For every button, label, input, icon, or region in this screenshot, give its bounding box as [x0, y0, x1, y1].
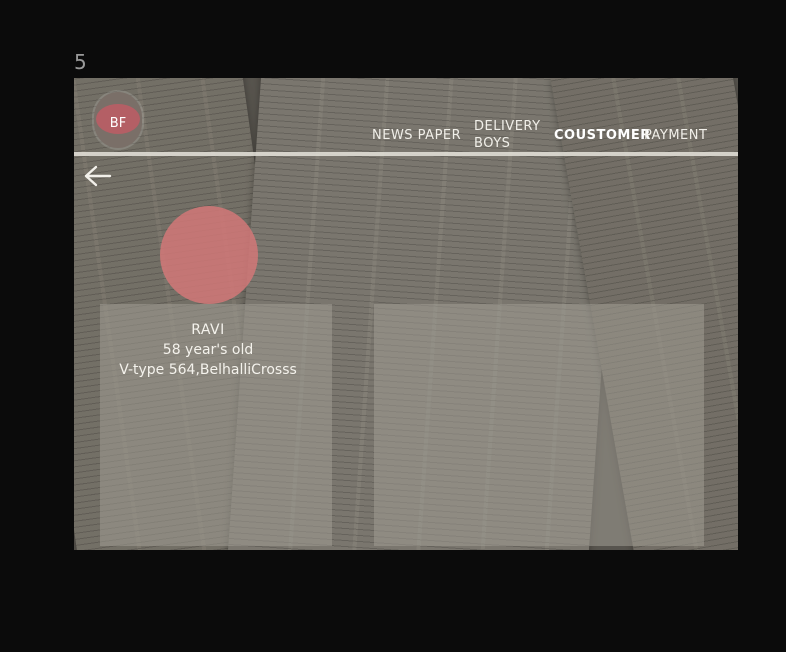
customer-age: 58 year's old [162, 342, 254, 358]
logo-text: BF [109, 116, 127, 131]
top-nav: BF NEWS PAPER DELIVERY BOYS COUSTOMER PA… [74, 78, 738, 154]
customer-name: RAVI [191, 322, 225, 338]
customer-address: V-type 564,BelhalliCrosss [119, 362, 297, 378]
arrow-left-icon[interactable] [84, 164, 114, 188]
nav-divider [74, 152, 738, 156]
detail-panel [374, 304, 704, 546]
customer-avatar [160, 206, 258, 304]
customer-info: RAVI 58 year's old V-type 564,BelhalliCr… [100, 320, 316, 380]
page-number: 5 [74, 50, 87, 74]
nav-item-payment[interactable]: PAYMENT [644, 127, 707, 144]
nav-item-delivery-boys[interactable]: DELIVERY BOYS [474, 118, 554, 152]
app-window: BF NEWS PAPER DELIVERY BOYS COUSTOMER PA… [74, 78, 738, 550]
nav-item-coustomer[interactable]: COUSTOMER [554, 127, 651, 144]
nav-item-news-paper[interactable]: NEWS PAPER [372, 127, 461, 144]
brand-logo[interactable]: BF [94, 92, 142, 148]
